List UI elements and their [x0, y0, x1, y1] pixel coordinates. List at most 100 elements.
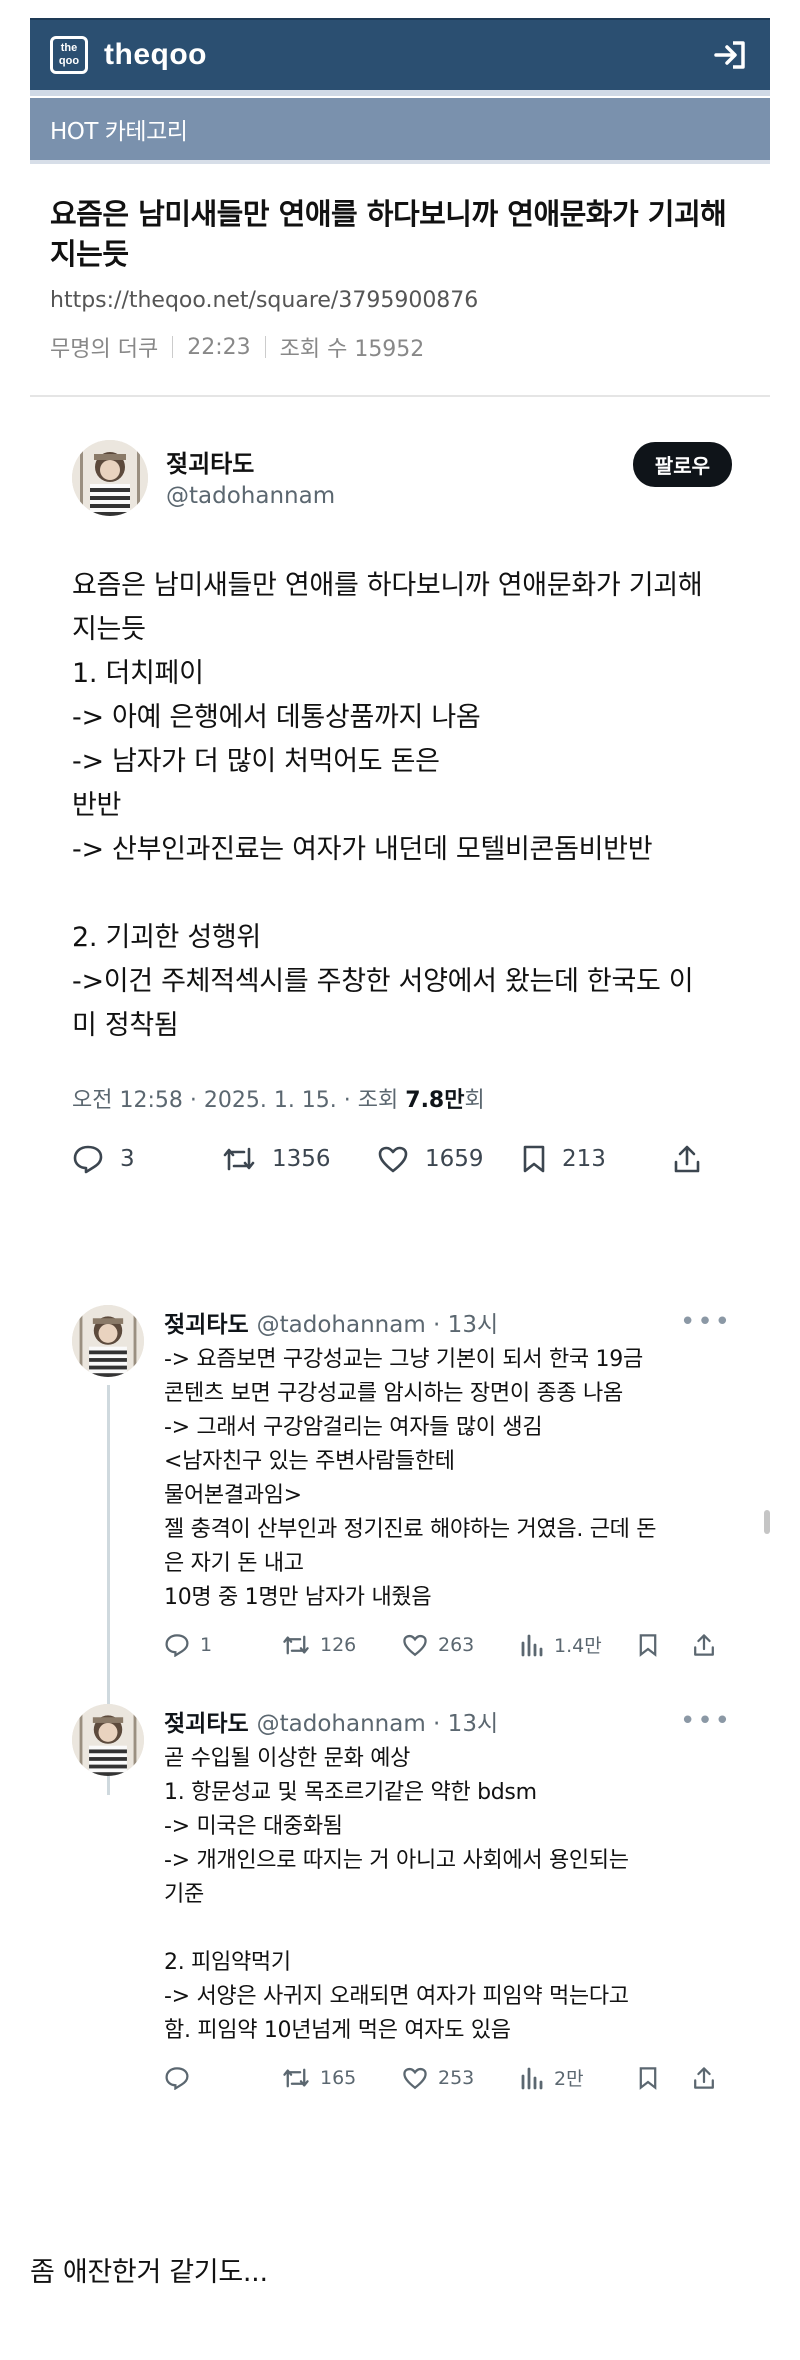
tweet-views-suffix: 회 — [464, 1088, 485, 1113]
retweet-count: 165 — [320, 2066, 357, 2089]
divider — [30, 395, 770, 397]
heart-icon — [403, 2067, 427, 2089]
reply-author-handle[interactable]: @tadohannam · 13시 — [257, 1305, 498, 1339]
site-brand[interactable]: theqoo — [104, 38, 207, 72]
share-icon — [674, 1145, 700, 1173]
like-button[interactable]: 253 — [402, 2066, 520, 2090]
views-count: 1.4만 — [554, 1635, 602, 1657]
reply-count: 1 — [200, 1633, 213, 1656]
reply-text: -> 요즘보면 구강성교는 그냥 기본이 되서 한국 19금 콘텐츠 보면 구강… — [164, 1343, 732, 1615]
retweet-button[interactable]: 165 — [282, 2066, 402, 2090]
reply-author-name[interactable]: 젖괴타도 — [164, 1305, 249, 1339]
reply-line: 함. 피임약 10년넘게 먹은 여자도 있음 — [164, 2018, 511, 2043]
tweet-line — [72, 872, 732, 916]
tweet-date: 오전 12:58 · 2025. 1. 15. · 조회 7.8만회 — [72, 1082, 732, 1114]
avatar[interactable] — [72, 1704, 144, 1776]
scrollbar-thumb[interactable] — [764, 1510, 770, 1534]
page-container: the qoo theqoo HOT 카테고리 요즘은 남미새들만 연애를 하다… — [30, 18, 770, 397]
reply-icon — [165, 2066, 189, 2090]
reply-line: <남자친구 있는 주변사람들한테 — [164, 1449, 455, 1474]
post-time: 22:23 — [187, 334, 251, 360]
login-icon[interactable] — [710, 35, 750, 75]
meta-divider — [264, 336, 266, 358]
reply-line: -> 미국은 대중화됨 — [164, 1814, 343, 1839]
tweet-views-count: 7.8만 — [405, 1088, 465, 1113]
post-meta: 무명의 더쿠 22:23 조회 수 15952 — [50, 331, 750, 363]
avatar[interactable] — [72, 440, 148, 516]
reply-line: -> 서양은 사귀지 오래되면 여자가 피임약 먹는다고 — [164, 1984, 629, 2009]
bookmark-icon — [639, 2066, 657, 2090]
reply-icon — [165, 1633, 189, 1657]
reply-count: 3 — [120, 1146, 135, 1172]
retweet-icon — [283, 1635, 309, 1654]
retweet-count: 126 — [320, 1633, 357, 1656]
bookmark-button[interactable] — [638, 2066, 692, 2090]
tweet-line: 지는듯 — [72, 614, 146, 645]
reply-line: -> 요즘보면 구강성교는 그냥 기본이 되서 한국 19금 — [164, 1347, 643, 1372]
share-button[interactable] — [672, 1144, 718, 1174]
reply-actions: 1 126 263 1.4만 — [164, 1631, 732, 1658]
retweet-icon — [283, 2068, 309, 2087]
tweet-line: -> 남자가 더 많이 처먹어도 돈은 — [72, 746, 440, 777]
post-url[interactable]: https://theqoo.net/square/3795900876 — [50, 288, 750, 313]
tweet-header: 젖괴타도 @tadohannam 팔로우 — [72, 440, 732, 516]
reply-text: 곧 수입될 이상한 문화 예상 1. 항문성교 및 목조르기같은 약한 bdsm… — [164, 1742, 732, 2048]
reply-author-name[interactable]: 젖괴타도 — [164, 1704, 249, 1738]
reply-line: 물어본결과임> — [164, 1483, 302, 1508]
share-icon — [694, 1633, 714, 1656]
bookmark-button[interactable]: 213 — [522, 1144, 672, 1174]
tweet-line: 미 정착됨 — [72, 1010, 179, 1041]
reply-line: 기준 — [164, 1882, 204, 1907]
reply-button[interactable]: 1 — [164, 1633, 282, 1657]
tweet-text: 요즘은 남미새들만 연애를 하다보니까 연애문화가 기괴해 지는듯 1. 더치페… — [72, 564, 732, 1048]
site-logo[interactable]: the qoo — [50, 36, 88, 74]
tweet-actions: 3 1356 1659 213 — [72, 1144, 732, 1174]
views-count: 2만 — [554, 2068, 584, 2090]
more-icon[interactable]: ••• — [680, 1307, 732, 1337]
reply-button[interactable]: 3 — [72, 1144, 222, 1174]
analytics-icon — [521, 2067, 543, 2089]
reply-line — [164, 1912, 732, 1946]
embedded-tweet: 젖괴타도 @tadohannam 팔로우 요즘은 남미새들만 연애를 하다보니까… — [72, 440, 732, 1174]
reply-line: 1. 항문성교 및 목조르기같은 약한 bdsm — [164, 1780, 537, 1805]
tweet-date-text: 오전 12:58 · 2025. 1. 15. · 조회 — [72, 1088, 406, 1113]
reply-line: 2. 피임약먹기 — [164, 1950, 291, 1975]
reply-line: 은 자기 돈 내고 — [164, 1551, 304, 1576]
reply-line: 콘텐츠 보면 구강성교를 암시하는 장면이 종종 나옴 — [164, 1381, 623, 1406]
reply-author-handle[interactable]: @tadohannam · 13시 — [257, 1704, 498, 1738]
reply-button[interactable] — [164, 2066, 282, 2090]
analytics-icon — [521, 1634, 543, 1656]
reply-actions: 165 253 2만 — [164, 2064, 732, 2091]
like-button[interactable]: 1659 — [377, 1145, 522, 1173]
tweet-author-name[interactable]: 젖괴타도 — [166, 444, 335, 479]
avatar[interactable] — [72, 1305, 144, 1377]
reply-icon — [73, 1145, 103, 1174]
more-icon[interactable]: ••• — [680, 1706, 732, 1736]
post-views: 조회 수 15952 — [279, 337, 425, 362]
retweet-button[interactable]: 1356 — [222, 1145, 377, 1173]
reply-tweet: 젖괴타도 @tadohannam · 13시 ••• -> 요즘보면 구강성교는… — [72, 1305, 732, 1658]
reply-line: 젤 충격이 산부인과 정기진료 해야하는 거였음. 근데 돈 — [164, 1517, 657, 1542]
like-button[interactable]: 263 — [402, 1633, 520, 1657]
views-button[interactable]: 1.4만 — [520, 1631, 638, 1658]
tweet-line: -> 아예 은행에서 데통상품까지 나옴 — [72, 702, 481, 733]
category-bar[interactable]: HOT 카테고리 — [30, 98, 770, 164]
follow-button[interactable]: 팔로우 — [632, 442, 732, 487]
views-button[interactable]: 2만 — [520, 2064, 638, 2091]
reply-line: -> 그래서 구강암걸리는 여자들 많이 생김 — [164, 1415, 543, 1440]
tweet-line: -> 산부인과진료는 여자가 내던데 모텔비콘돔비반반 — [72, 834, 653, 865]
share-button[interactable] — [692, 1633, 726, 1657]
tweet-author-handle[interactable]: @tadohannam — [166, 483, 335, 509]
tweet-line: ->이건 주체적섹시를 주창한 서양에서 왔는데 한국도 이 — [72, 966, 694, 997]
reply-line: -> 개개인으로 따지는 거 아니고 사회에서 용인되는 — [164, 1848, 629, 1873]
closing-comment: 좀 애잔한거 같기도... — [30, 2257, 268, 2288]
tweet-line: 요즘은 남미새들만 연애를 하다보니까 연애문화가 기괴해 — [72, 570, 703, 601]
share-button[interactable] — [692, 2066, 726, 2090]
heart-icon — [378, 1146, 408, 1173]
reply-line: 10명 중 1명만 남자가 내줬음 — [164, 1585, 432, 1610]
retweet-button[interactable]: 126 — [282, 1633, 402, 1657]
retweet-icon — [223, 1147, 255, 1171]
share-icon — [694, 2066, 714, 2089]
like-count: 253 — [438, 2066, 475, 2089]
bookmark-button[interactable] — [638, 1633, 692, 1657]
